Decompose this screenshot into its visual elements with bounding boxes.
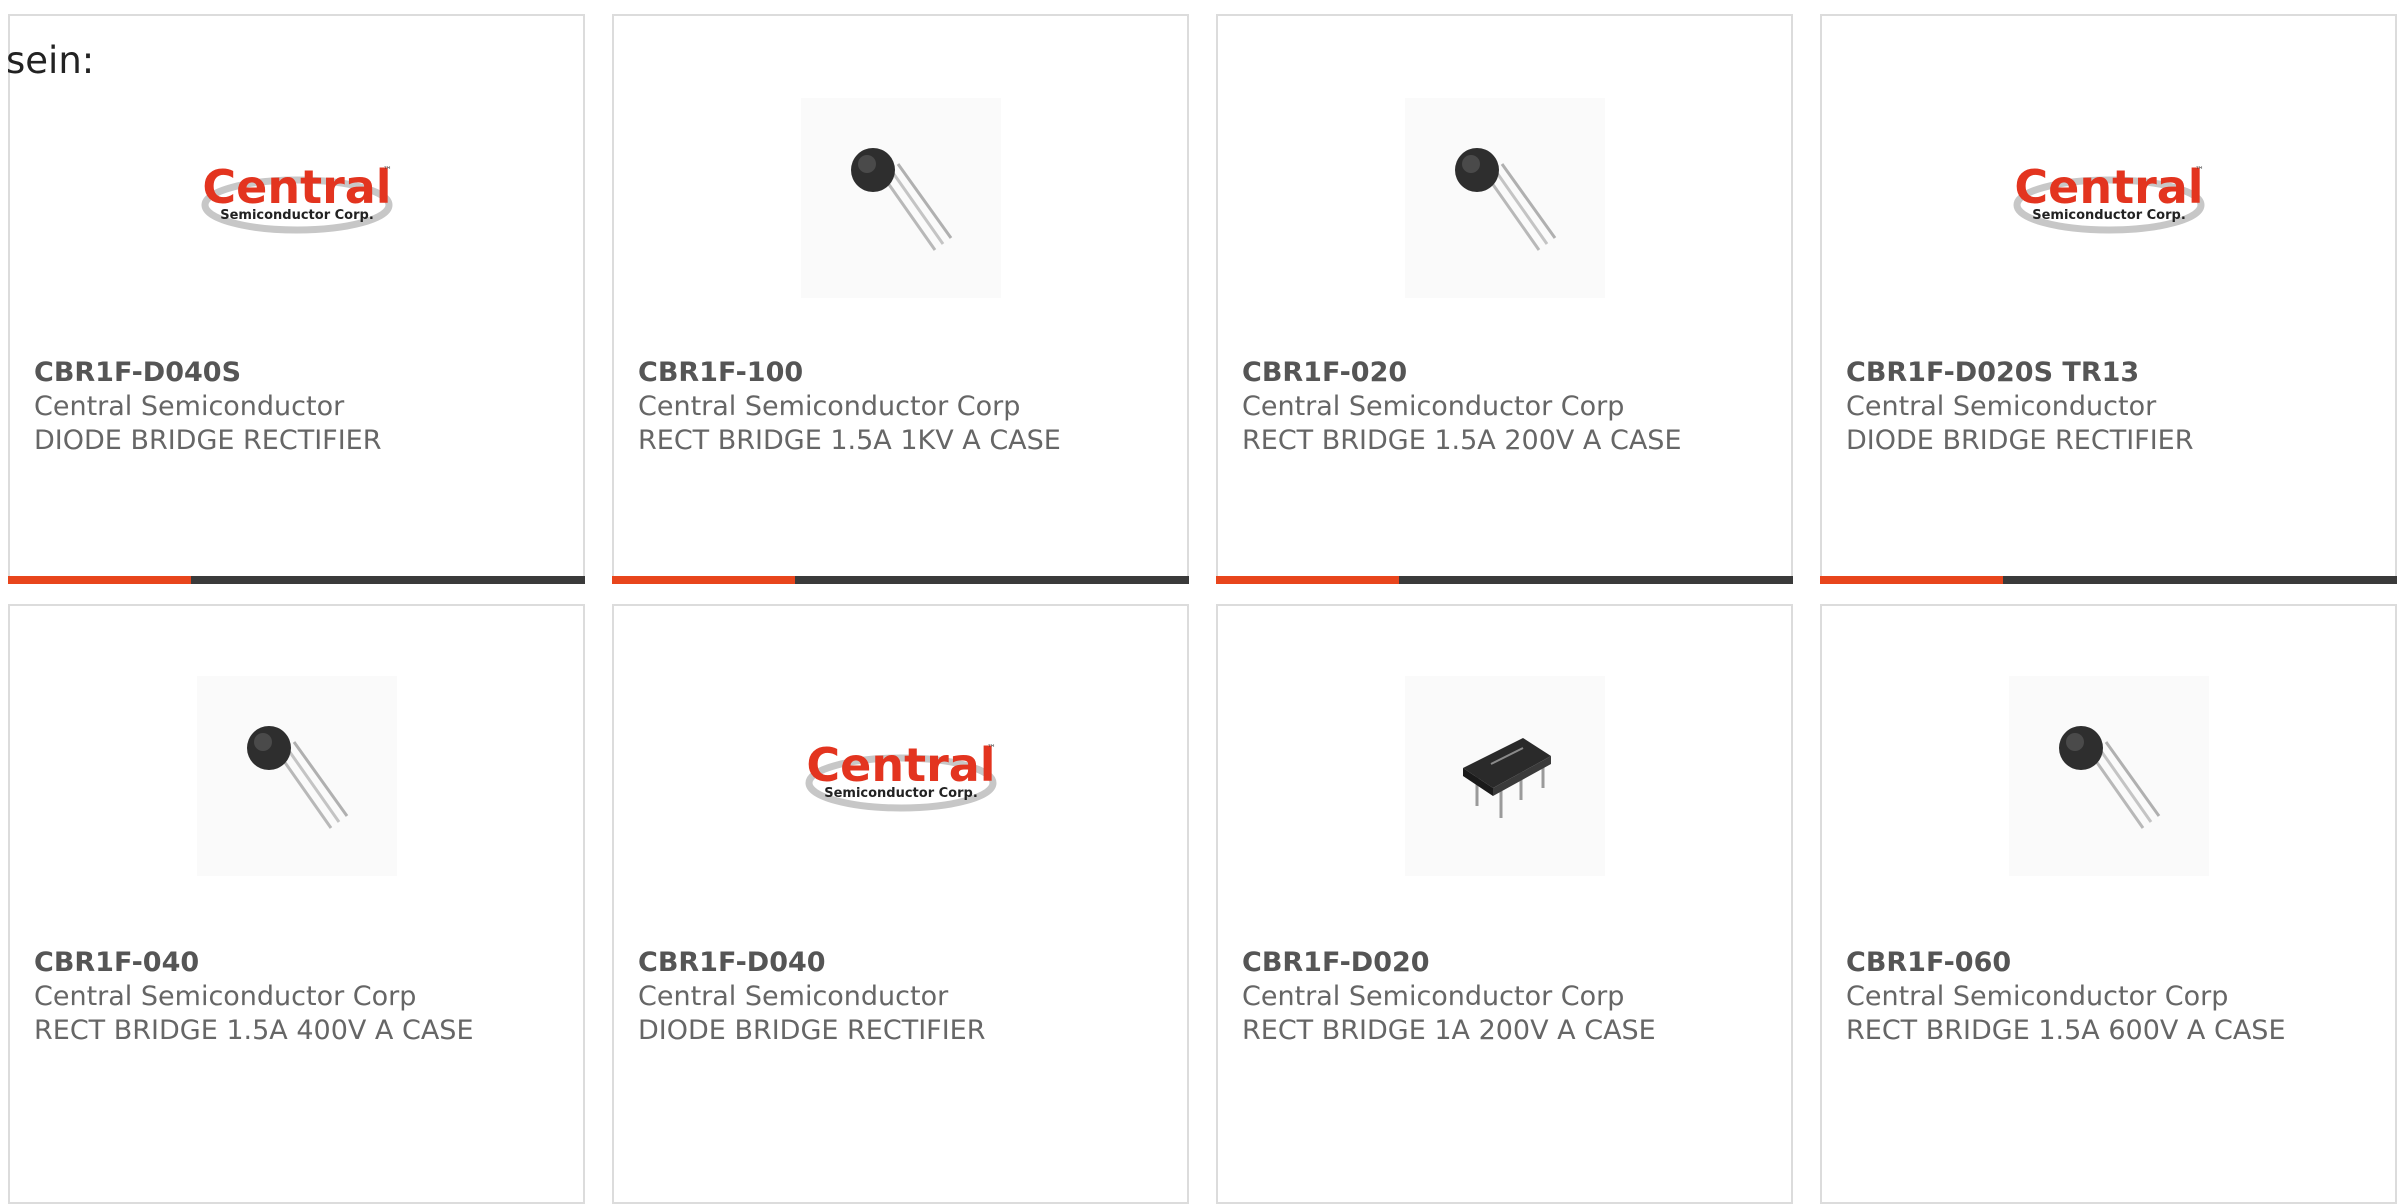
part-number[interactable]: CBR1F-040 [34,946,571,980]
svg-text:™: ™ [2195,166,2204,176]
to92-component-icon [1404,98,1605,298]
product-image[interactable]: Central ™ Semiconductor Corp. [2009,98,2209,298]
card-bottom-bar [1216,576,1793,584]
part-number[interactable]: CBR1F-D020S TR13 [1846,356,2383,390]
product-image[interactable]: Central ™ Semiconductor Corp. [801,676,1001,876]
part-number[interactable]: CBR1F-020 [1242,356,1779,390]
product-image[interactable] [196,676,397,876]
central-logo-icon: Central ™ Semiconductor Corp. [2013,160,2204,234]
svg-text:™: ™ [987,744,996,754]
product-image[interactable] [1404,676,1605,876]
part-number[interactable]: CBR1F-D040S [34,356,571,390]
svg-text:™: ™ [383,166,392,176]
to92-component-icon [2008,676,2209,876]
product-card[interactable]: CBR1F-020 Central Semiconductor Corp REC… [1216,14,1793,584]
description: RECT BRIDGE 1.5A 400V A CASE [34,1015,474,1046]
part-number[interactable]: CBR1F-060 [1846,946,2383,980]
card-bottom-bar [8,576,585,584]
product-card[interactable]: Central ™ Semiconductor Corp. CBR1F-D040… [8,14,585,584]
description: RECT BRIDGE 1.5A 600V A CASE [1846,1015,2286,1046]
description: DIODE BRIDGE RECTIFIER [1846,425,2194,456]
svg-text:Semiconductor Corp.: Semiconductor Corp. [824,786,978,801]
part-number[interactable]: CBR1F-100 [638,356,1175,390]
product-image[interactable] [1404,98,1605,298]
manufacturer: Central Semiconductor [638,981,949,1012]
product-image[interactable] [2008,676,2209,876]
intro-text: sein: [6,39,95,82]
product-card[interactable]: CBR1F-040 Central Semiconductor Corp REC… [8,604,585,1204]
manufacturer: Central Semiconductor Corp [34,981,417,1012]
description: RECT BRIDGE 1.5A 1KV A CASE [638,425,1061,456]
manufacturer: Central Semiconductor [1846,391,2157,422]
central-logo-icon: Central ™ Semiconductor Corp. [201,160,392,234]
to92-component-icon [800,98,1001,298]
product-card[interactable]: CBR1F-100 Central Semiconductor Corp REC… [612,14,1189,584]
central-logo-icon: Central ™ Semiconductor Corp. [805,738,996,812]
dip-component-icon [1404,676,1605,876]
svg-text:Central: Central [806,738,995,792]
svg-text:Semiconductor Corp.: Semiconductor Corp. [220,208,374,223]
card-bottom-bar [612,576,1189,584]
product-image[interactable]: Central ™ Semiconductor Corp. [197,98,397,298]
svg-text:Central: Central [202,160,391,214]
product-card[interactable]: CBR1F-D020 Central Semiconductor Corp RE… [1216,604,1793,1204]
svg-text:Central: Central [2014,160,2203,214]
description: RECT BRIDGE 1.5A 200V A CASE [1242,425,1682,456]
manufacturer: Central Semiconductor Corp [638,391,1021,422]
product-card[interactable]: Central ™ Semiconductor Corp. CBR1F-D020… [1820,14,2397,584]
description: DIODE BRIDGE RECTIFIER [638,1015,986,1046]
part-number[interactable]: CBR1F-D040 [638,946,1175,980]
product-card[interactable]: Central ™ Semiconductor Corp. CBR1F-D040… [612,604,1189,1204]
svg-text:Semiconductor Corp.: Semiconductor Corp. [2032,208,2186,223]
manufacturer: Central Semiconductor [34,391,345,422]
product-image[interactable] [800,98,1001,298]
part-number[interactable]: CBR1F-D020 [1242,946,1779,980]
manufacturer: Central Semiconductor Corp [1242,981,1625,1012]
description: RECT BRIDGE 1A 200V A CASE [1242,1015,1656,1046]
card-bottom-bar [1820,576,2397,584]
product-card[interactable]: CBR1F-060 Central Semiconductor Corp REC… [1820,604,2397,1204]
manufacturer: Central Semiconductor Corp [1846,981,2229,1012]
to92-component-icon [196,676,397,876]
description: DIODE BRIDGE RECTIFIER [34,425,382,456]
manufacturer: Central Semiconductor Corp [1242,391,1625,422]
